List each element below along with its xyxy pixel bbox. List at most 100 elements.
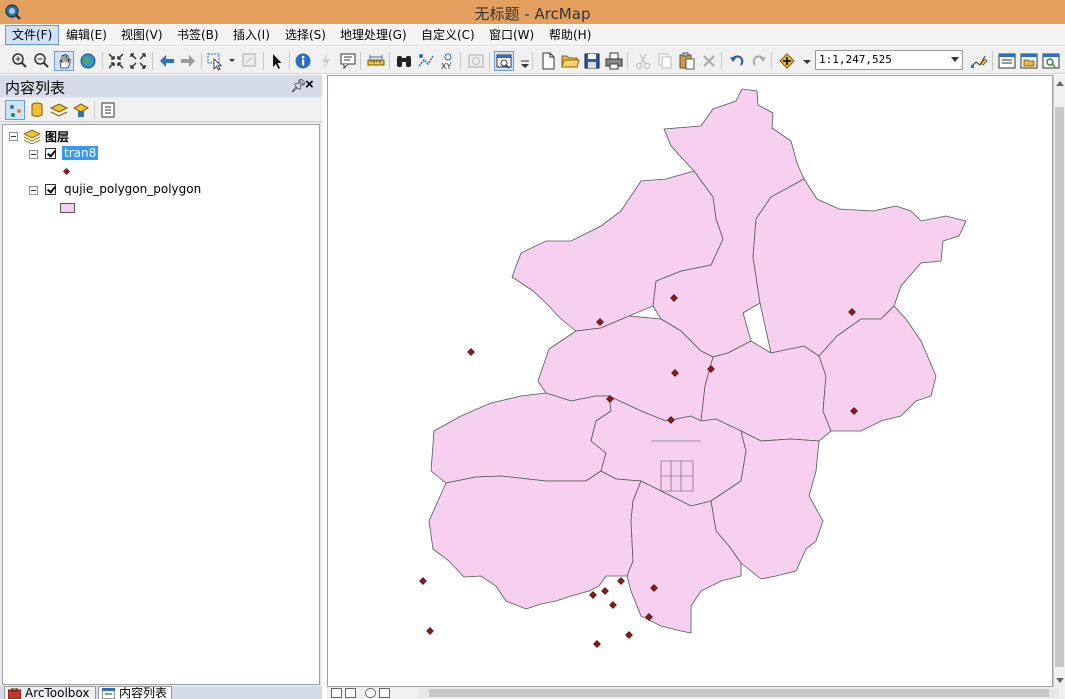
add-data-icon[interactable] <box>777 51 797 71</box>
map-canvas[interactable] <box>328 76 1054 688</box>
toolbar-overflow-icon[interactable] <box>515 51 529 71</box>
copy-icon[interactable] <box>655 51 675 71</box>
layer-visibility-checkbox[interactable] <box>45 184 56 195</box>
menu-file[interactable]: 文件(F) <box>5 25 60 45</box>
tran8-point-marker[interactable] <box>589 591 597 599</box>
go-back-arrow-icon[interactable] <box>157 51 177 71</box>
create-viewer-window-icon[interactable] <box>494 51 514 71</box>
map-scale-combobox[interactable]: 1:1,247,525 <box>815 50 963 70</box>
search-window-icon[interactable] <box>1041 51 1061 71</box>
list-by-source-icon[interactable] <box>27 100 47 120</box>
add-data-dropdown-icon[interactable] <box>797 51 811 71</box>
dock-tabs: ArcToolbox 内容列表 <box>0 686 322 699</box>
redo-arrow-icon[interactable] <box>749 51 769 71</box>
hyperlink-bolt-icon[interactable] <box>316 51 336 71</box>
menu-insert[interactable]: 插入(I) <box>227 25 276 45</box>
fixed-zoom-in-icon[interactable] <box>106 51 126 71</box>
list-by-visibility-icon[interactable] <box>49 100 69 120</box>
toc-options-icon[interactable] <box>98 100 118 120</box>
close-icon[interactable]: × <box>305 76 314 93</box>
list-by-selection-icon[interactable] <box>71 100 91 120</box>
select-by-rectangle-icon[interactable] <box>206 51 226 71</box>
tab-table-of-contents[interactable]: 内容列表 <box>98 686 172 699</box>
horizontal-scrollbar[interactable] <box>419 688 1059 698</box>
fixed-zoom-out-icon[interactable] <box>128 51 148 71</box>
polygon-fill-symbol-icon[interactable] <box>60 203 75 213</box>
map-scale-value: 1:1,247,525 <box>819 53 892 66</box>
menu-bookmarks[interactable]: 书签(B) <box>171 25 225 45</box>
measure-ruler-icon[interactable] <box>366 51 386 71</box>
undo-arrow-icon[interactable] <box>727 51 747 71</box>
tran8-point-marker[interactable] <box>419 577 427 585</box>
map-view[interactable] <box>327 75 1053 687</box>
menu-windows[interactable]: 窗口(W) <box>483 25 540 45</box>
scroll-up-arrow-icon[interactable] <box>1056 81 1064 86</box>
menu-help[interactable]: 帮助(H) <box>543 25 597 45</box>
tab-arctoolbox[interactable]: ArcToolbox <box>4 686 96 699</box>
menu-geoprocessing[interactable]: 地理处理(G) <box>334 25 413 45</box>
zoom-in-icon[interactable] <box>10 51 30 71</box>
list-by-drawing-order-icon[interactable] <box>5 100 25 120</box>
layer-name-qujie-polygon[interactable]: qujie_polygon_polygon <box>64 182 201 196</box>
open-folder-icon[interactable] <box>560 51 580 71</box>
menu-view[interactable]: 视图(V) <box>115 25 169 45</box>
district-polygon-southwest[interactable] <box>428 470 642 610</box>
toolbox-icon <box>8 688 21 699</box>
menu-bar: 文件(F) 编辑(E) 视图(V) 书签(B) 插入(I) 选择(S) 地理处理… <box>0 24 1065 46</box>
layout-view-icon[interactable] <box>345 688 356 698</box>
go-forward-arrow-icon[interactable] <box>178 51 198 71</box>
time-slider-icon[interactable] <box>466 51 486 71</box>
menu-selection[interactable]: 选择(S) <box>279 25 332 45</box>
editor-toolbar-icon[interactable] <box>969 51 989 71</box>
scroll-thumb[interactable] <box>1055 107 1064 667</box>
layers-stack-icon <box>23 129 41 144</box>
district-polygons <box>428 88 967 634</box>
menu-edit[interactable]: 编辑(E) <box>60 25 113 45</box>
tran8-point-marker[interactable] <box>426 627 434 635</box>
tran8-point-marker[interactable] <box>467 348 475 356</box>
data-frame-label[interactable]: 图层 <box>45 128 69 145</box>
pan-hand-icon[interactable] <box>54 51 74 71</box>
district-polygon-west[interactable] <box>430 392 612 484</box>
standard-toolbar: XY 1:1,247,525 <box>0 47 1065 74</box>
table-of-contents-window-icon[interactable] <box>997 51 1017 71</box>
layer-name-tran8[interactable]: tran8 <box>62 146 99 160</box>
find-binoculars-icon[interactable] <box>394 51 414 71</box>
zoom-out-icon[interactable] <box>32 51 52 71</box>
cut-scissors-icon[interactable] <box>633 51 653 71</box>
tran8-point-marker[interactable] <box>593 640 601 648</box>
data-view-icon[interactable] <box>331 688 342 698</box>
collapse-toggle[interactable] <box>9 132 18 141</box>
vertical-scrollbar[interactable] <box>1053 75 1065 687</box>
layer-visibility-checkbox[interactable] <box>45 148 56 159</box>
window-title: 无标题 - ArcMap <box>474 5 591 23</box>
delete-x-icon[interactable] <box>699 51 719 71</box>
find-route-icon[interactable] <box>416 51 436 71</box>
svg-text:XY: XY <box>441 62 451 71</box>
pause-drawing-icon[interactable] <box>379 688 390 698</box>
print-icon[interactable] <box>604 51 624 71</box>
chevron-down-icon[interactable] <box>951 57 959 62</box>
go-to-xy-icon[interactable]: XY <box>438 51 458 71</box>
scroll-down-arrow-icon[interactable] <box>1056 678 1064 683</box>
scroll-thumb[interactable] <box>429 689 1049 697</box>
new-document-icon[interactable] <box>538 51 558 71</box>
menu-customize[interactable]: 自定义(C) <box>415 25 481 45</box>
tran8-point-marker[interactable] <box>609 601 617 609</box>
collapse-toggle[interactable] <box>29 150 38 159</box>
refresh-icon[interactable] <box>365 688 376 698</box>
map-status-strip <box>327 687 1065 699</box>
clear-selection-icon[interactable] <box>240 51 260 71</box>
catalog-window-icon[interactable] <box>1019 51 1039 71</box>
full-extent-globe-icon[interactable] <box>78 51 98 71</box>
html-popup-icon[interactable] <box>338 51 358 71</box>
save-disk-icon[interactable] <box>582 51 602 71</box>
identify-info-icon[interactable] <box>293 51 313 71</box>
tran8-point-marker[interactable] <box>617 577 625 585</box>
collapse-toggle[interactable] <box>29 186 38 195</box>
tran8-point-marker[interactable] <box>601 587 609 595</box>
select-elements-arrow-icon[interactable] <box>267 51 287 71</box>
tran8-point-marker[interactable] <box>625 631 633 639</box>
point-marker-symbol-icon[interactable] <box>62 167 71 176</box>
paste-clipboard-icon[interactable] <box>677 51 697 71</box>
